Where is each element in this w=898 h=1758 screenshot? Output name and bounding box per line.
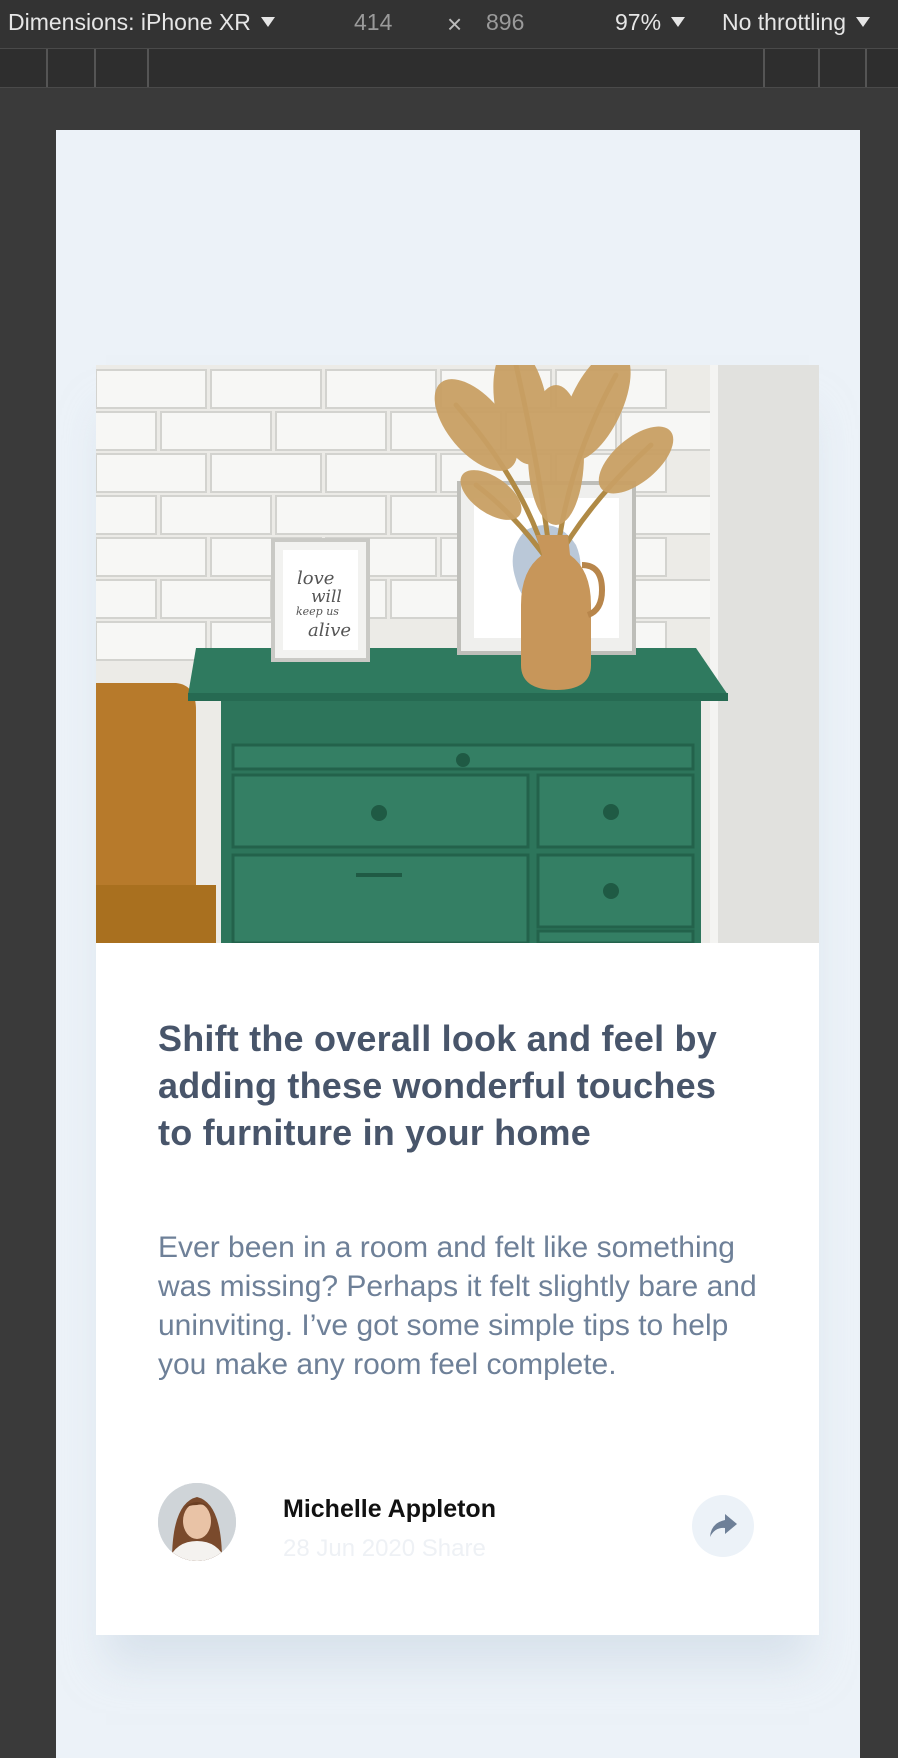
throttling-dropdown[interactable]: No throttling [722, 9, 871, 36]
article-title[interactable]: Shift the overall look and feel by addin… [158, 1015, 758, 1156]
chevron-down-icon [260, 17, 275, 27]
height-input[interactable]: 896 [486, 9, 524, 36]
author-photo [158, 1483, 236, 1561]
publish-date: 28 Jun 2020 Share [283, 1535, 486, 1562]
chevron-down-icon [671, 17, 686, 27]
ruler-divider [763, 49, 765, 87]
article-description: Ever been in a room and felt like someth… [158, 1231, 757, 1381]
throttling-label: No throttling [722, 9, 847, 35]
svg-text:alive: alive [308, 620, 351, 641]
devtools-toolbar: Dimensions: iPhone XR 414 × 896 97% No t… [0, 0, 898, 48]
svg-text:love: love [297, 568, 334, 589]
swap-dimensions-icon[interactable]: × [447, 9, 462, 40]
avatar [158, 1483, 236, 1561]
author-row: Michelle Appleton 28 Jun 2020 Share [158, 1483, 768, 1563]
article-preview-card: love will keep us alive Shift the overal… [96, 365, 819, 1635]
drawers-photo: love will keep us alive [96, 365, 819, 943]
chevron-down-icon [856, 17, 871, 27]
share-button[interactable] [692, 1495, 754, 1557]
hero-image: love will keep us alive [96, 365, 819, 943]
dimensions-label: Dimensions: iPhone XR [8, 9, 251, 35]
author-name: Michelle Appleton [283, 1495, 496, 1523]
dimensions-dropdown[interactable]: Dimensions: iPhone XR [8, 9, 275, 36]
svg-text:will: will [311, 587, 342, 607]
zoom-dropdown[interactable]: 97% [615, 9, 686, 36]
ruler-divider [94, 49, 96, 87]
media-query-bar [0, 48, 898, 88]
ruler-divider [818, 49, 820, 87]
ruler-divider [147, 49, 149, 87]
device-viewport: love will keep us alive Shift the overal… [56, 130, 860, 1758]
width-input[interactable]: 414 [354, 9, 392, 36]
zoom-label: 97% [615, 9, 662, 35]
ruler-divider [865, 49, 867, 87]
share-arrow-icon [710, 1514, 737, 1537]
ruler-divider [46, 49, 48, 87]
svg-text:keep us: keep us [296, 605, 339, 618]
